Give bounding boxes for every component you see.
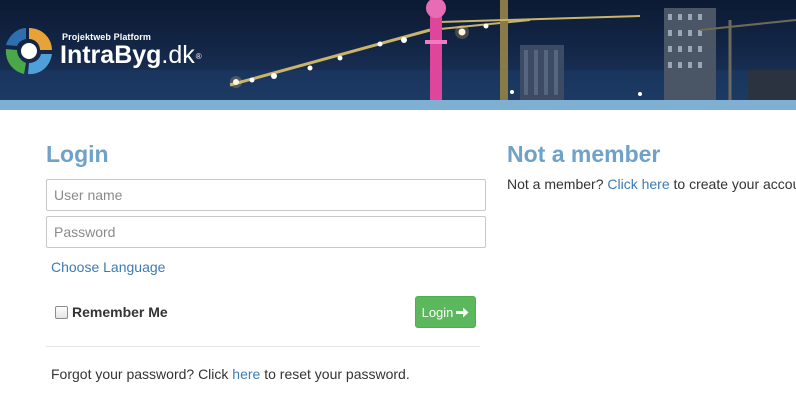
intrabyg-logo-icon	[5, 28, 52, 75]
member-prefix: Not a member?	[507, 176, 608, 192]
brand-part-intra: Intra	[60, 41, 115, 69]
member-suffix: to create your account fo	[673, 176, 796, 192]
forgot-suffix: to reset your password.	[260, 366, 410, 382]
remember-me-label: Remember Me	[72, 304, 168, 320]
username-input[interactable]	[46, 179, 486, 211]
create-account-link[interactable]: Click here	[607, 176, 669, 192]
not-a-member-text: Not a member? Click here to create your …	[507, 176, 796, 192]
forgot-password-text: Forgot your password? Click here to rese…	[51, 366, 410, 382]
login-button[interactable]: Login	[415, 296, 476, 328]
site-logo[interactable]: Projektweb Platform IntraByg.dk®	[2, 24, 217, 80]
brand-part-byg: Byg	[114, 41, 162, 69]
form-divider	[46, 346, 480, 347]
header-banner: Projektweb Platform IntraByg.dk®	[0, 0, 796, 100]
forgot-prefix: Forgot your password? Click	[51, 366, 233, 382]
not-a-member-heading: Not a member	[507, 141, 661, 167]
arrow-right-icon	[456, 307, 469, 318]
header-divider-strip	[0, 100, 796, 110]
brand-name: IntraByg.dk®	[60, 40, 202, 70]
brand-part-dk: .dk	[161, 41, 195, 69]
choose-language-link[interactable]: Choose Language	[51, 259, 165, 275]
registered-mark: ®	[195, 52, 202, 61]
remember-me-checkbox[interactable]	[55, 305, 68, 319]
login-heading: Login	[46, 141, 109, 167]
reset-password-link[interactable]: here	[232, 366, 260, 382]
password-input[interactable]	[46, 216, 486, 248]
login-button-label: Login	[421, 304, 454, 320]
remember-me-option[interactable]: Remember Me	[55, 303, 168, 321]
